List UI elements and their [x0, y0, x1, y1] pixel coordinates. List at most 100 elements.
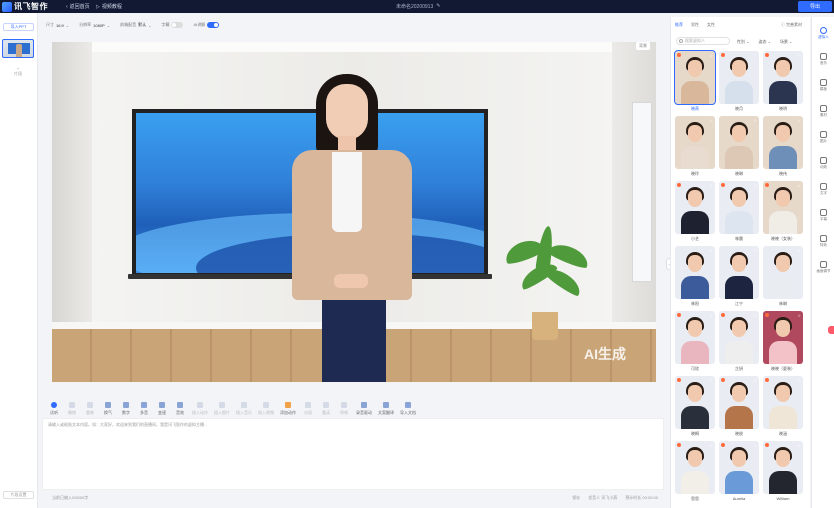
rail-item[interactable]: 模板: [812, 79, 834, 92]
avatar-tab[interactable]: 女性: [707, 22, 715, 28]
app-logo[interactable]: 讯飞智作: [2, 1, 48, 12]
script-tool-button[interactable]: 多音: [138, 402, 150, 416]
avatar-card[interactable]: ☆ 晓俊: [719, 376, 759, 440]
back-home-link[interactable]: ‹ 返回首页: [66, 3, 90, 11]
avatar-tab[interactable]: 推荐: [675, 22, 683, 28]
video-tutorial-link[interactable]: ▷ 视频教程: [96, 3, 122, 11]
floating-help-button[interactable]: [828, 326, 834, 334]
favorite-icon[interactable]: ☆: [753, 378, 757, 383]
script-tool-button[interactable]: 文案翻译: [378, 402, 394, 416]
favorite-icon[interactable]: ☆: [709, 378, 713, 383]
rail-item[interactable]: 字幕: [812, 209, 834, 222]
rail-item[interactable]: 文字: [812, 183, 834, 196]
avatar-card[interactable]: ☆ 晓晓（夏装）: [763, 311, 803, 375]
favorite-icon[interactable]: ☆: [797, 118, 801, 123]
script-tool-button[interactable]: 插入图片: [214, 402, 230, 416]
avatar-card[interactable]: ☆ 晓玲: [675, 116, 715, 180]
script-tool-button[interactable]: 换气: [102, 402, 114, 416]
rail-item[interactable]: 素材: [812, 105, 834, 118]
resolution-select[interactable]: 分辨率 1080P ⌄: [79, 22, 110, 28]
ai-toggle[interactable]: [207, 22, 220, 28]
subtitle-toggle[interactable]: [171, 22, 184, 28]
avatar-card[interactable]: ☆ 林琳: [763, 246, 803, 310]
avatar-card[interactable]: ☆ 晓涵: [763, 376, 803, 440]
filter-dropdown[interactable]: 场景 ⌄: [780, 39, 792, 45]
filter-dropdown[interactable]: 姿态 ⌄: [758, 39, 770, 45]
scene-settings-button[interactable]: 片段设置: [3, 491, 34, 499]
favorite-icon[interactable]: ☆: [797, 248, 801, 253]
favorite-icon[interactable]: ☆: [709, 313, 713, 318]
avatar-card[interactable]: ☆ 林晨: [719, 181, 759, 245]
script-tool-button[interactable]: 停顿: [338, 402, 350, 416]
script-tool-button[interactable]: 导入文档: [400, 402, 416, 416]
footer-item[interactable]: 保存: [572, 495, 580, 501]
avatar-card[interactable]: ☆ 思思: [675, 441, 715, 505]
script-tool-button[interactable]: 重读: [320, 402, 332, 416]
rail-item[interactable]: 画面调节: [812, 261, 834, 274]
avatar-card[interactable]: ☆ 晓桐: [675, 376, 715, 440]
avatar-card[interactable]: ☆ 芷妍: [719, 311, 759, 375]
favorite-icon[interactable]: ☆: [753, 248, 757, 253]
edit-icon[interactable]: ✎: [436, 3, 440, 10]
voice-rate-select[interactable]: 前端配音 默认 ⌄: [120, 22, 151, 28]
script-tool-button[interactable]: 分段: [302, 402, 314, 416]
avatar-card[interactable]: ☆ 晓琳: [719, 116, 759, 180]
script-tool-button[interactable]: 添加动作: [280, 402, 296, 416]
rail-item[interactable]: 特效: [812, 235, 834, 248]
favorite-icon[interactable]: ☆: [797, 378, 801, 383]
favorite-icon[interactable]: ☆: [709, 53, 713, 58]
avatar-card[interactable]: ☆ 晓伟: [763, 116, 803, 180]
rail-item[interactable]: 动效: [812, 157, 834, 170]
complete-assets-link[interactable]: ⓘ 完善素材: [781, 22, 802, 28]
favorite-icon[interactable]: ☆: [709, 183, 713, 188]
favorite-icon[interactable]: ☆: [709, 248, 713, 253]
filter-dropdown[interactable]: 性别 ⌄: [737, 39, 749, 45]
script-tool-button[interactable]: 插入视频: [258, 402, 274, 416]
avatar-card[interactable]: ☆ 林阳: [675, 246, 715, 310]
avatar-card[interactable]: ☆ 晓晓（女装）: [763, 181, 803, 245]
favorite-icon[interactable]: ☆: [797, 313, 801, 318]
script-text-area[interactable]: [42, 418, 664, 490]
avatar-card[interactable]: ☆ 小艺: [675, 181, 715, 245]
favorite-icon[interactable]: ☆: [753, 118, 757, 123]
favorite-icon[interactable]: ☆: [753, 53, 757, 58]
script-tool-button[interactable]: 插入动作: [192, 402, 208, 416]
favorite-icon[interactable]: ☆: [709, 443, 713, 448]
script-tool-button[interactable]: 数字: [120, 402, 132, 416]
ratio-select[interactable]: 尺寸 16:9 ⌄: [46, 22, 69, 28]
script-tool-button[interactable]: 变速: [156, 402, 168, 416]
avatar-search-input[interactable]: 搜索虚拟人: [676, 37, 730, 45]
rail-item[interactable]: 音乐: [812, 53, 834, 66]
favorite-icon[interactable]: ☆: [709, 118, 713, 123]
import-ppt-button[interactable]: 导入PPT: [3, 23, 34, 31]
avatar-card[interactable]: ☆ Aurelia: [719, 441, 759, 505]
script-tool-button[interactable]: 撤销: [66, 402, 78, 416]
script-tool-button[interactable]: 重做: [84, 402, 96, 416]
favorite-icon[interactable]: ☆: [797, 443, 801, 448]
favorite-icon[interactable]: ☆: [753, 313, 757, 318]
avatar-card[interactable]: ☆ 江宁: [719, 246, 759, 310]
avatar-card[interactable]: ☆ 可欣: [675, 311, 715, 375]
export-button[interactable]: 导出: [798, 1, 832, 12]
virtual-presenter[interactable]: [292, 74, 412, 382]
document-title[interactable]: 未命名20200913 ✎: [396, 3, 440, 10]
rail-item[interactable]: 虚拟人: [812, 27, 834, 40]
favorite-icon[interactable]: ☆: [753, 443, 757, 448]
avatar-card[interactable]: ☆ 晓燕: [674, 50, 716, 115]
background-tag[interactable]: 背景: [636, 42, 650, 50]
avatar-card[interactable]: ☆ 晓明: [763, 51, 803, 115]
script-tool-button[interactable]: 录音驱动: [356, 402, 372, 416]
avatar-tab[interactable]: 男性: [691, 22, 699, 28]
favorite-icon[interactable]: ☆: [753, 183, 757, 188]
script-tool-button[interactable]: 插入音乐: [236, 402, 252, 416]
script-tool-button[interactable]: 音效: [174, 402, 186, 416]
avatar-card[interactable]: ☆ 晓月: [719, 51, 759, 115]
scene-thumbnail[interactable]: [2, 39, 34, 58]
add-scene-button[interactable]: + 片段: [12, 66, 24, 77]
video-canvas[interactable]: AI生成 背景: [52, 42, 656, 382]
favorite-icon[interactable]: ☆: [797, 183, 801, 188]
avatar-card[interactable]: ☆ William: [763, 441, 803, 505]
favorite-icon[interactable]: ☆: [797, 53, 801, 58]
rail-item[interactable]: 图片: [812, 131, 834, 144]
script-tool-button[interactable]: 试听: [48, 402, 60, 416]
